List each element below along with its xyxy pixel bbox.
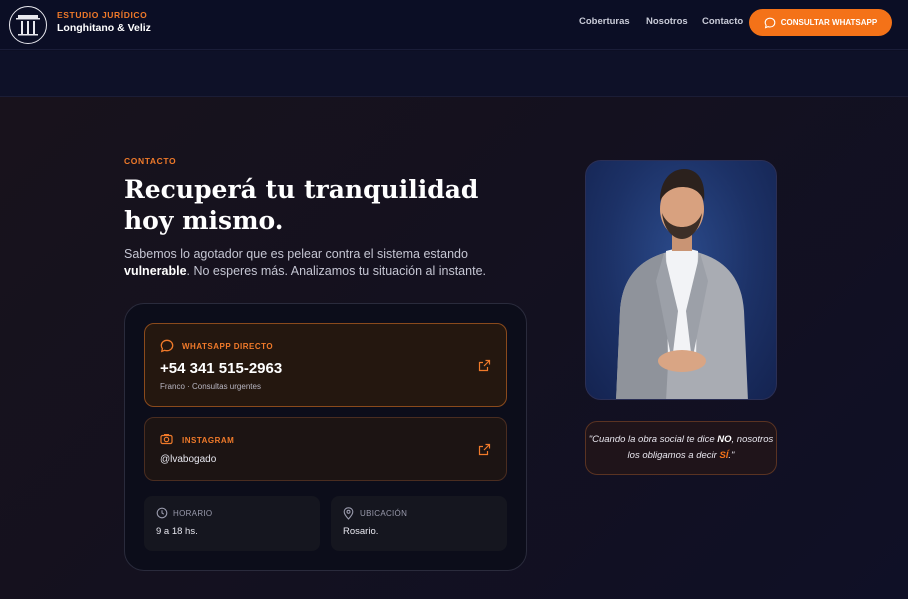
location-box: UBICACIÓN Rosario. [331,496,507,551]
location-label: UBICACIÓN [360,509,408,518]
lead-emphasis: vulnerable [124,264,187,278]
lawyer-photo [585,160,777,400]
top-navbar: ESTUDIO JURÍDICO Longhitano & Veliz Cobe… [0,0,908,50]
section-eyebrow: CONTACTO [124,156,177,166]
consultar-whatsapp-button[interactable]: CONSULTAR WHATSAPP [749,9,892,36]
lead-text-end: . No esperes más. Analizamos tu situació… [186,264,486,278]
external-link-icon[interactable] [478,443,491,456]
cta-label: CONSULTAR WHATSAPP [780,18,878,27]
section-headline: Recuperá tu tranquilidad hoy mismo. [124,175,479,235]
instagram-label: INSTAGRAM [182,436,235,445]
columns-logo-icon[interactable] [9,6,47,44]
quote-text-end: ." [728,450,735,461]
nav-link-contacto[interactable]: Contacto [702,16,743,27]
hours-label: HORARIO [173,509,213,518]
hours-box: HORARIO 9 a 18 hs. [144,496,320,551]
quote-box: "Cuando la obra social te dice NO, nosot… [585,421,777,475]
quote-emphasis-no: NO [717,434,732,445]
whatsapp-number[interactable]: +54 341 515-2963 [160,360,282,377]
section-lead: Sabemos lo agotador que es pelear contra… [124,246,504,280]
nav-link-coberturas[interactable]: Coberturas [579,16,630,27]
instagram-contact-box[interactable]: INSTAGRAM @lvabogado [144,417,507,481]
location-value: Rosario. [343,526,379,537]
external-link-icon[interactable] [478,359,491,372]
camera-icon [160,434,173,445]
instagram-handle[interactable]: @lvabogado [160,454,216,465]
nav-link-nosotros[interactable]: Nosotros [646,16,688,27]
map-pin-icon [343,507,354,520]
quote-text-start: "Cuando la obra social te dice [588,434,718,445]
chat-bubble-icon [764,17,776,28]
whatsapp-note: Franco · Consultas urgentes [160,382,261,391]
clock-icon [156,507,168,519]
whatsapp-contact-box[interactable]: WHATSAPP DIRECTO +54 341 515-2963 Franco… [144,323,507,407]
brand-subtitle: ESTUDIO JURÍDICO [57,10,148,20]
hours-value: 9 a 18 hs. [156,526,198,537]
brand-name[interactable]: Longhitano & Veliz [57,22,151,34]
chat-bubble-icon [160,339,174,353]
lead-text-start: Sabemos lo agotador que es pelear contra… [124,247,468,261]
whatsapp-label: WHATSAPP DIRECTO [182,342,274,351]
hero-band [0,51,908,97]
